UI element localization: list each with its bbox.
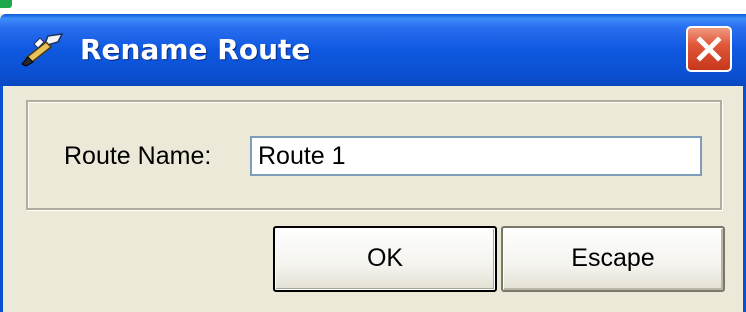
ok-button[interactable]: OK [273, 226, 497, 292]
background-decoration [0, 0, 12, 8]
background-strip [0, 0, 746, 14]
window-title: Rename Route [80, 33, 311, 66]
paintbrush-icon [18, 32, 66, 68]
escape-button[interactable]: Escape [501, 226, 725, 292]
close-button[interactable] [686, 26, 732, 72]
route-name-input[interactable] [250, 136, 702, 176]
dialog-body: Route Name: OK Escape [0, 86, 746, 312]
route-name-label: Route Name: [64, 142, 212, 170]
route-name-group: Route Name: [26, 100, 722, 210]
rename-route-dialog: Rename Route Route Name: OK Escape [0, 14, 746, 312]
close-icon [688, 28, 730, 70]
title-bar[interactable]: Rename Route [0, 14, 746, 86]
